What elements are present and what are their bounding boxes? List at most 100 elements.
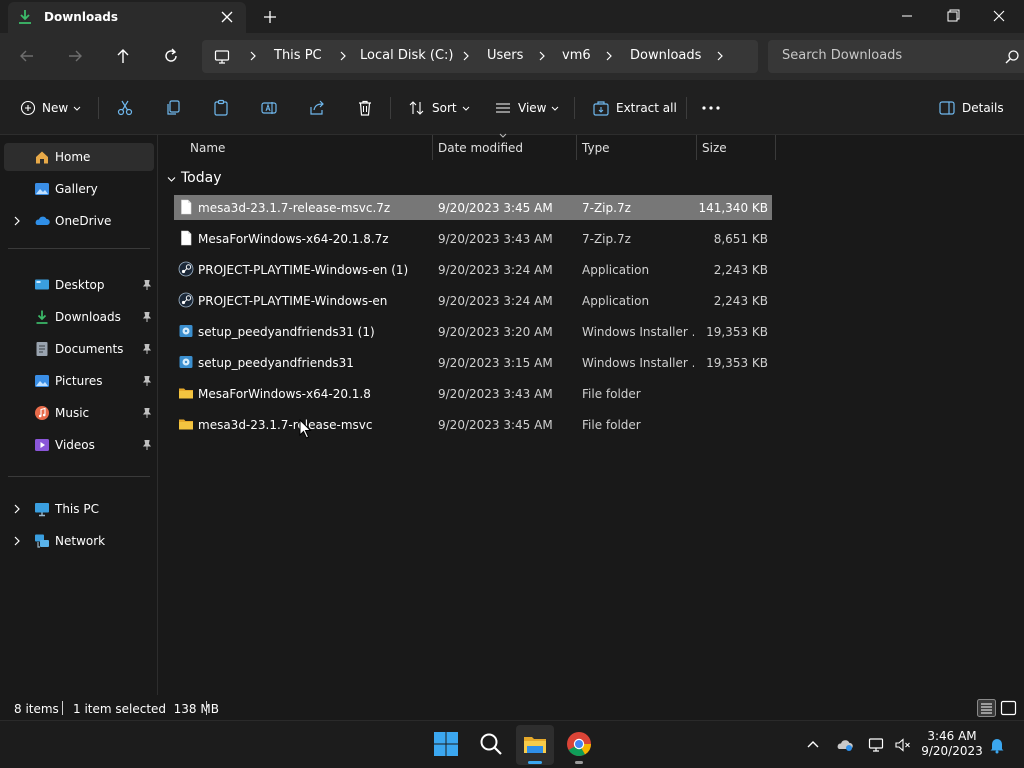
sidebar-item-pictures[interactable]: Pictures (4, 367, 154, 395)
chevron-right-icon[interactable] (11, 215, 23, 227)
windows-start-icon[interactable] (433, 731, 459, 757)
file-row[interactable]: PROJECT-PLAYTIME-Windows-en 9/20/2023 3:… (174, 288, 772, 313)
sidebar-item-videos[interactable]: Videos (4, 431, 154, 459)
column-header-size[interactable]: Size (696, 135, 776, 160)
back-button[interactable] (13, 43, 41, 69)
pin-icon[interactable] (141, 407, 153, 419)
tab-downloads[interactable]: Downloads (8, 2, 246, 33)
copy-button[interactable] (164, 96, 182, 120)
status-separator (206, 701, 207, 715)
file-row[interactable]: mesa3d-23.1.7-release-msvc.7z 9/20/2023 … (174, 195, 772, 220)
file-type: Windows Installer ... (582, 356, 694, 370)
chevron-down-icon (73, 106, 81, 111)
forward-button[interactable] (61, 43, 89, 69)
sort-descending-icon (499, 133, 507, 138)
breadcrumb-downloads[interactable]: Downloads (630, 48, 701, 63)
more-options-button[interactable] (700, 96, 722, 120)
rename-button[interactable] (260, 96, 278, 120)
paste-button[interactable] (212, 96, 230, 120)
navigation-pane: Home Gallery OneDrive Desktop Downloads (0, 135, 158, 695)
pin-icon[interactable] (141, 279, 153, 291)
pin-icon[interactable] (141, 343, 153, 355)
breadcrumb-users[interactable]: Users (487, 48, 523, 63)
volume-muted-icon[interactable] (894, 736, 912, 754)
up-button[interactable] (109, 43, 137, 69)
delete-button[interactable] (356, 96, 374, 120)
file-date: 9/20/2023 3:45 AM (438, 418, 553, 432)
cut-button[interactable] (116, 96, 134, 120)
onedrive-status-icon[interactable] (836, 736, 854, 754)
breadcrumb-this-pc[interactable]: This PC (274, 48, 322, 63)
command-bar: New Sort View Extract all Details (0, 80, 1024, 135)
sort-button[interactable]: Sort (408, 96, 471, 120)
column-header-date[interactable]: Date modified (432, 133, 576, 160)
new-tab-button[interactable] (258, 5, 282, 29)
sidebar-item-this-pc[interactable]: This PC (4, 495, 154, 523)
breadcrumb-vm6[interactable]: vm6 (562, 48, 591, 63)
notification-bell-icon[interactable] (988, 736, 1006, 754)
chevron-right-icon[interactable] (246, 49, 260, 63)
file-type: File folder (582, 387, 641, 401)
view-button[interactable]: View (494, 96, 560, 120)
column-type-label: Type (582, 141, 610, 155)
extract-all-button[interactable]: Extract all (592, 96, 677, 120)
pin-icon[interactable] (141, 439, 153, 451)
chevron-right-icon[interactable] (11, 535, 23, 547)
search-box[interactable]: Search Downloads (768, 40, 1024, 73)
refresh-button[interactable] (157, 43, 185, 69)
pin-icon[interactable] (141, 311, 153, 323)
taskbar: 3:46 AM 9/20/2023 (0, 720, 1024, 768)
home-icon (36, 151, 48, 164)
onedrive-icon (35, 216, 50, 225)
sidebar-item-onedrive[interactable]: OneDrive (4, 207, 154, 235)
divider (574, 97, 575, 119)
chevron-right-icon[interactable] (11, 503, 23, 515)
details-view-icon[interactable] (977, 699, 996, 717)
view-list-icon (496, 103, 510, 113)
folder-row[interactable]: MesaForWindows-x64-20.1.8 9/20/2023 3:43… (174, 381, 772, 406)
sidebar-item-home[interactable]: Home (4, 143, 154, 171)
chevron-right-icon[interactable] (713, 49, 727, 63)
column-header-name[interactable]: Name (184, 135, 432, 160)
chevron-down-icon (462, 106, 469, 111)
pin-icon[interactable] (141, 375, 153, 387)
chevron-right-icon[interactable] (459, 49, 473, 63)
taskbar-clock[interactable]: 3:46 AM 9/20/2023 (918, 729, 986, 759)
file-row[interactable]: PROJECT-PLAYTIME-Windows-en (1) 9/20/202… (174, 257, 772, 282)
sidebar-item-desktop[interactable]: Desktop (4, 271, 154, 299)
close-window-button[interactable] (976, 2, 1022, 30)
chevron-right-icon[interactable] (535, 49, 549, 63)
column-resize-handle[interactable] (775, 135, 776, 160)
tiles-view-icon[interactable] (999, 699, 1018, 717)
sidebar-item-gallery[interactable]: Gallery (4, 175, 154, 203)
file-row[interactable]: setup_peedyandfriends31 (1) 9/20/2023 3:… (174, 319, 772, 344)
selection-info: 1 item selected 138 MB (73, 702, 219, 716)
chevron-up-icon[interactable] (804, 736, 822, 754)
file-name: MesaForWindows-x64-20.1.8 (198, 387, 371, 401)
sidebar-item-downloads[interactable]: Downloads (4, 303, 154, 331)
restore-button[interactable] (930, 2, 976, 30)
network-status-icon[interactable] (868, 736, 886, 754)
breadcrumb-local-disk[interactable]: Local Disk (C:) (360, 48, 453, 63)
sidebar-item-network[interactable]: Network (4, 527, 154, 555)
active-indicator (528, 761, 542, 764)
search-icon[interactable] (478, 731, 504, 757)
new-button[interactable]: New (20, 96, 82, 120)
file-row[interactable]: setup_peedyandfriends31 9/20/2023 3:15 A… (174, 350, 772, 375)
details-button[interactable]: Details (938, 96, 1004, 120)
close-tab-icon[interactable] (216, 6, 238, 28)
sidebar-item-documents[interactable]: Documents (4, 335, 154, 363)
address-bar[interactable]: This PC Local Disk (C:) Users vm6 Downlo… (202, 40, 758, 73)
clock-time: 3:46 AM (927, 729, 977, 743)
share-button[interactable] (308, 96, 326, 120)
chevron-right-icon[interactable] (336, 49, 350, 63)
file-size: 2,243 KB (713, 294, 768, 308)
file-row[interactable]: MesaForWindows-x64-20.1.8.7z 9/20/2023 3… (174, 226, 772, 251)
chrome-icon[interactable] (566, 731, 592, 757)
minimize-button[interactable] (884, 2, 930, 30)
folder-row[interactable]: mesa3d-23.1.7-release-msvc 9/20/2023 3:4… (174, 412, 772, 437)
column-header-type[interactable]: Type (576, 135, 696, 160)
taskbar-file-explorer-button[interactable] (516, 725, 554, 765)
chevron-right-icon[interactable] (602, 49, 616, 63)
sidebar-item-music[interactable]: Music (4, 399, 154, 427)
